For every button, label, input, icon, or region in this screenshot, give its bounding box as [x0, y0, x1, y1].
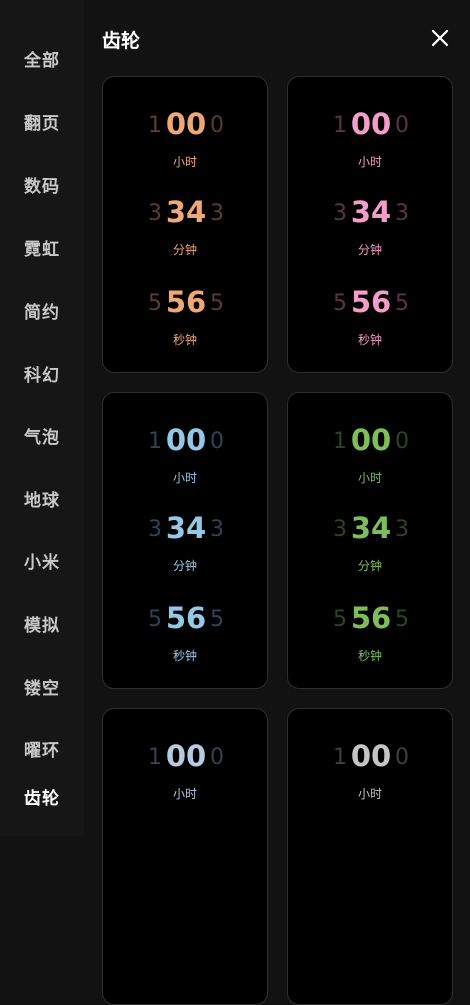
sidebar-item-digital[interactable]: 数码	[0, 172, 84, 197]
hour-label: 小时	[172, 787, 197, 801]
style-panel: 齿轮 1 00 0 小时 3 34 3 分钟 5 56 5 秒钟 1 00 0 小时 3 34 3 分钟 5 56 5 秒钟 1…	[84, 0, 470, 1005]
gear-clock-card[interactable]: 1 00 0 小时 3 34 3 分钟 5 56 5 秒钟	[287, 76, 453, 373]
sidebar-item-earth[interactable]: 地球	[0, 486, 84, 511]
hour-digits: 1 00 0	[103, 739, 267, 773]
hour-label: 小时	[357, 471, 382, 485]
hour-digits: 1 00 0	[103, 423, 267, 457]
next-digit: 0	[210, 745, 224, 770]
next-digit: 0	[210, 113, 224, 138]
minute-digits: 3 34 3	[103, 195, 267, 229]
gear-clock-card[interactable]: 1 00 0 小时	[102, 708, 268, 1005]
next-digit: 0	[395, 745, 409, 770]
sidebar-item-all[interactable]: 全部	[0, 46, 84, 71]
hour-label: 小时	[172, 471, 197, 485]
sidebar-item-ring[interactable]: 曜环	[0, 736, 84, 761]
second-digits: 5 56 5	[103, 285, 267, 319]
next-digit: 5	[210, 291, 224, 316]
sidebar-item-simple[interactable]: 简约	[0, 298, 84, 323]
next-digit: 5	[395, 607, 409, 632]
next-digit: 3	[395, 201, 409, 226]
second-digits: 5 56 5	[103, 601, 267, 635]
gear-clock-card[interactable]: 1 00 0 小时	[287, 708, 453, 1005]
minute-label: 分钟	[357, 243, 382, 257]
hour-label: 小时	[357, 787, 382, 801]
next-digit: 0	[395, 429, 409, 454]
minute-digits: 3 34 3	[288, 511, 452, 545]
sidebar-item-flip[interactable]: 翻页	[0, 109, 84, 134]
category-sidebar: 全部 翻页 数码 霓虹 简约 科幻 气泡 地球 小米 模拟 镂空 曜环 齿轮	[0, 0, 84, 836]
second-label: 秒钟	[357, 333, 382, 347]
second-digits: 5 56 5	[288, 601, 452, 635]
sidebar-item-hollow[interactable]: 镂空	[0, 674, 84, 699]
gear-clock-card[interactable]: 1 00 0 小时 3 34 3 分钟 5 56 5 秒钟	[287, 392, 453, 689]
page-title: 齿轮	[102, 30, 141, 52]
minute-label: 分钟	[357, 559, 382, 573]
sidebar-item-xiaomi[interactable]: 小米	[0, 548, 84, 573]
minute-digits: 3 34 3	[103, 511, 267, 545]
sidebar-item-analog[interactable]: 模拟	[0, 611, 84, 636]
second-label: 秒钟	[172, 333, 197, 347]
gear-clock-card[interactable]: 1 00 0 小时 3 34 3 分钟 5 56 5 秒钟	[102, 392, 268, 689]
hour-digits: 1 00 0	[103, 107, 267, 141]
next-digit: 3	[395, 517, 409, 542]
close-button[interactable]	[428, 26, 452, 50]
next-digit: 5	[395, 291, 409, 316]
hour-label: 小时	[172, 155, 197, 169]
minute-label: 分钟	[172, 243, 197, 257]
hour-digits: 1 00 0	[288, 423, 452, 457]
next-digit: 3	[210, 201, 224, 226]
next-digit: 0	[210, 429, 224, 454]
next-digit: 3	[210, 517, 224, 542]
minute-digits: 3 34 3	[288, 195, 452, 229]
sidebar-item-gear[interactable]: 齿轮	[0, 784, 84, 809]
hour-digits: 1 00 0	[288, 739, 452, 773]
second-label: 秒钟	[172, 649, 197, 663]
sidebar-item-bubble[interactable]: 气泡	[0, 423, 84, 448]
hour-digits: 1 00 0	[288, 107, 452, 141]
gear-clock-card[interactable]: 1 00 0 小时 3 34 3 分钟 5 56 5 秒钟	[102, 76, 268, 373]
second-digits: 5 56 5	[288, 285, 452, 319]
minute-label: 分钟	[172, 559, 197, 573]
hour-label: 小时	[357, 155, 382, 169]
close-icon	[431, 29, 449, 47]
sidebar-item-scifi[interactable]: 科幻	[0, 361, 84, 386]
sidebar-item-neon[interactable]: 霓虹	[0, 235, 84, 260]
second-label: 秒钟	[357, 649, 382, 663]
next-digit: 0	[395, 113, 409, 138]
next-digit: 5	[210, 607, 224, 632]
